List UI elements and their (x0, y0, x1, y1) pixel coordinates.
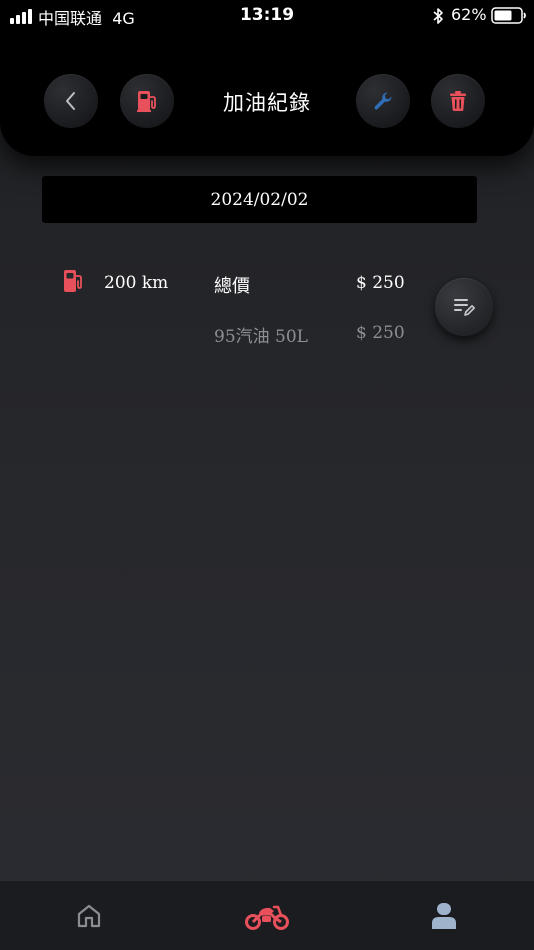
fuel-item-label: 95汽油 50L (214, 327, 308, 347)
edit-record-button[interactable] (435, 278, 493, 336)
tab-motorcycle[interactable] (217, 881, 317, 950)
total-value: $ 250 (356, 273, 405, 293)
tab-profile[interactable] (394, 881, 494, 950)
bluetooth-icon (433, 8, 443, 24)
trash-icon (450, 91, 466, 111)
tab-home[interactable] (39, 881, 139, 950)
fuel-pump-icon (64, 270, 82, 292)
date-label: 2024/02/02 (210, 189, 309, 210)
mileage-value: 200 km (104, 273, 169, 293)
fuel-item-value: $ 250 (356, 323, 405, 343)
battery-icon (491, 7, 526, 24)
profile-icon (432, 902, 456, 929)
home-icon (77, 904, 101, 927)
battery-percent: 62% (451, 5, 487, 24)
total-label: 總價 (214, 276, 250, 297)
maintenance-button[interactable] (356, 74, 410, 128)
status-bar: 中国联通 4G 13:19 62% (0, 0, 534, 30)
date-bar[interactable]: 2024/02/02 (42, 176, 477, 223)
delete-button[interactable] (431, 74, 485, 128)
edit-note-icon (454, 299, 475, 316)
screen: 中国联通 4G 13:19 62% 加油紀錄 2024/02/02 200 km… (0, 0, 534, 950)
header: 中国联通 4G 13:19 62% 加油紀錄 (0, 0, 534, 156)
wrench-icon (374, 92, 392, 110)
tab-bar (0, 881, 534, 950)
motorcycle-icon (245, 905, 289, 930)
